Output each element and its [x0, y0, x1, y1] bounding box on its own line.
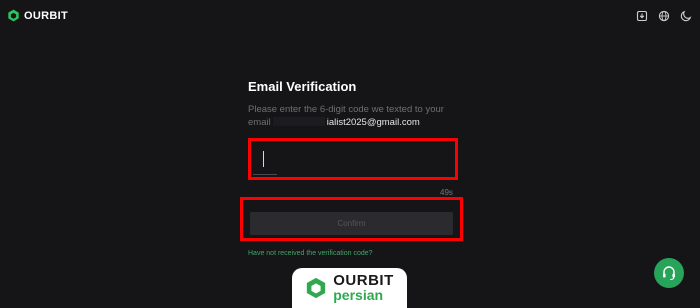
brand-name: OURBIT — [24, 9, 68, 22]
ourbit-logo-icon — [8, 9, 19, 22]
ourbit-watermark-icon — [307, 277, 326, 299]
confirm-highlight: Confirm — [240, 197, 463, 241]
header-actions — [636, 10, 692, 22]
email-redaction — [272, 117, 325, 126]
headset-icon — [663, 266, 675, 281]
download-icon[interactable] — [636, 10, 648, 22]
watermark-brand: OURBIT — [333, 272, 394, 289]
verification-instructions: Please enter the 6-digit code we texted … — [248, 103, 463, 129]
digit-slot-underline — [253, 174, 277, 175]
email-line: email ialist2025@gmail.com — [248, 116, 463, 129]
brand-logo[interactable]: OURBIT — [7, 9, 68, 22]
confirm-button[interactable]: Confirm — [250, 212, 453, 235]
watermark-logo: OURBIT persian — [292, 268, 407, 308]
support-chat-button[interactable] — [654, 258, 684, 288]
top-bar: OURBIT — [0, 0, 700, 32]
watermark-subtitle: persian — [333, 287, 384, 303]
globe-icon[interactable] — [658, 10, 670, 22]
email-label: email — [248, 117, 271, 128]
resend-countdown: 49s — [440, 188, 453, 197]
text-cursor — [263, 151, 264, 167]
verification-code-input[interactable] — [248, 138, 458, 180]
moon-icon[interactable] — [680, 10, 692, 22]
page-title: Email Verification — [248, 79, 357, 94]
resend-code-link[interactable]: Have not received the verification code? — [248, 250, 373, 257]
instruction-text: Please enter the 6-digit code we texted … — [248, 104, 444, 115]
email-address: ialist2025@gmail.com — [326, 117, 420, 128]
